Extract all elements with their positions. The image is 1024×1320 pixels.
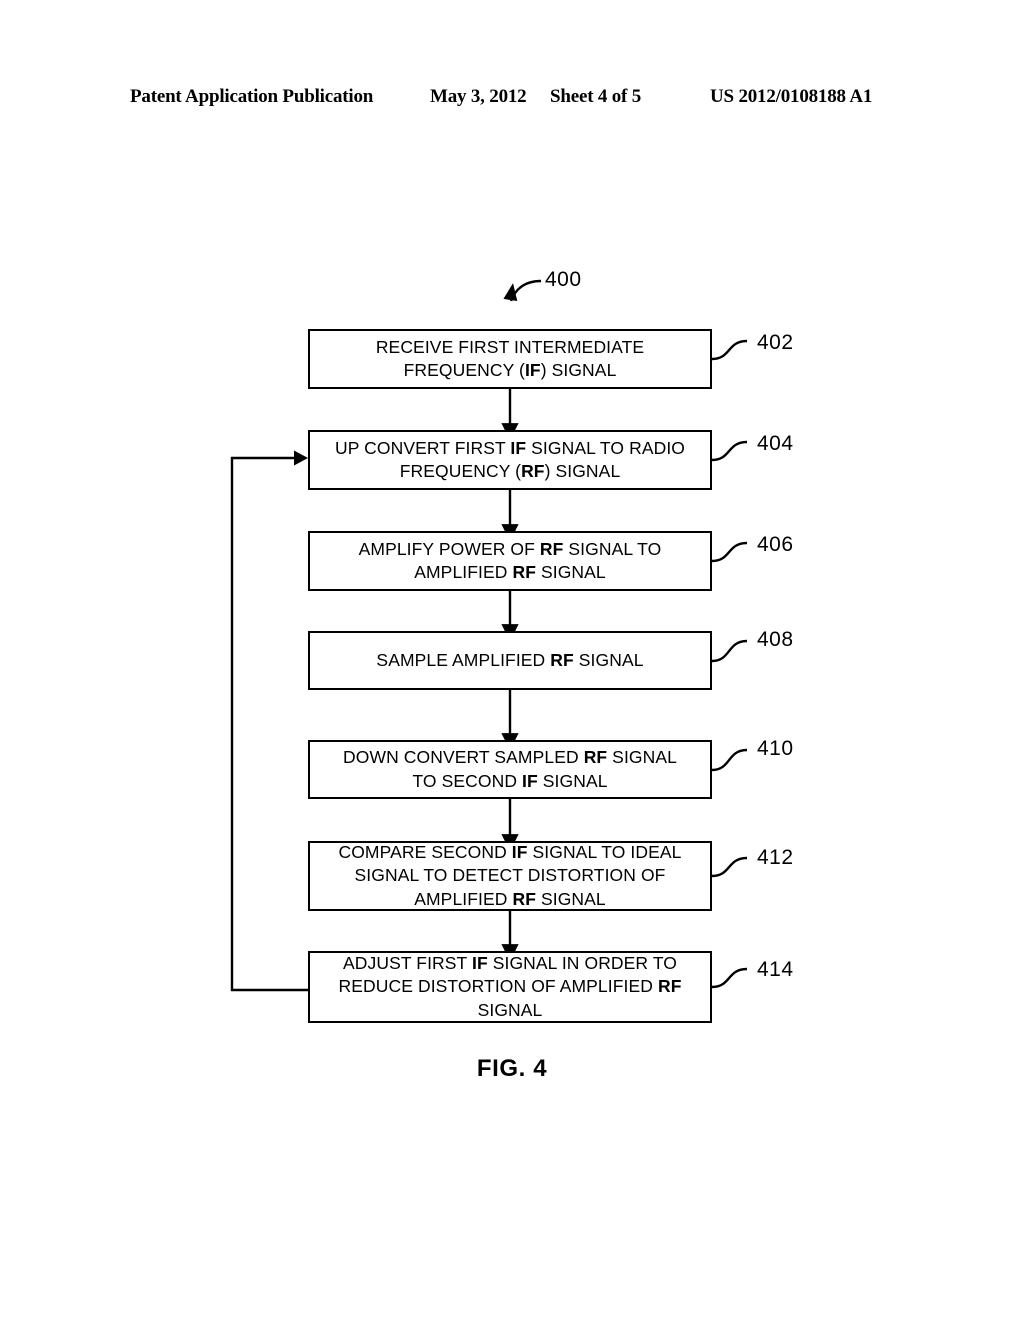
reference-numeral-410: 410 [757, 737, 794, 760]
flow-step-402-label: RECEIVE FIRST INTERMEDIATE FREQUENCY (IF)… [375, 336, 645, 380]
leader-408 [711, 639, 748, 663]
reference-numeral-408: 408 [757, 628, 794, 651]
flow-step-404[interactable]: UP CONVERT FIRST IF SIGNAL TO RADIO FREQU… [308, 430, 712, 490]
flow-step-408-label: SAMPLE AMPLIFIED RF SIGNAL [376, 649, 644, 670]
patent-figure-4: RECEIVE FIRST INTERMEDIATE FREQUENCY (IF)… [0, 0, 1024, 1320]
flow-step-406[interactable]: AMPLIFY POWER OF RF SIGNAL TO AMPLIFIED R… [308, 531, 712, 591]
reference-numeral-402: 402 [757, 331, 794, 354]
reference-numeral-406: 406 [757, 533, 794, 556]
leader-412 [711, 856, 748, 878]
flow-step-408[interactable]: SAMPLE AMPLIFIED RF SIGNAL [308, 631, 712, 690]
leader-402 [711, 339, 748, 361]
flow-step-410[interactable]: DOWN CONVERT SAMPLED RF SIGNAL TO SECOND … [308, 740, 712, 799]
figure-caption: FIG. 4 [476, 1055, 548, 1082]
feedback-loop-414-to-404 [230, 450, 308, 992]
reference-numeral-412: 412 [757, 846, 794, 869]
reference-numeral-414: 414 [757, 958, 794, 981]
flow-step-412[interactable]: COMPARE SECOND IF SIGNAL TO IDEAL SIGNAL … [308, 841, 712, 911]
reference-numeral-404: 404 [757, 432, 794, 455]
flow-step-414-label: ADJUST FIRST IF SIGNAL IN ORDER TO REDUCE… [338, 953, 682, 1020]
leader-410 [711, 748, 748, 772]
flow-step-410-label: DOWN CONVERT SAMPLED RF SIGNAL TO SECOND … [343, 747, 677, 791]
flow-step-402[interactable]: RECEIVE FIRST INTERMEDIATE FREQUENCY (IF)… [308, 329, 712, 389]
leader-404 [711, 440, 748, 462]
flow-step-406-label: AMPLIFY POWER OF RF SIGNAL TO AMPLIFIED R… [358, 538, 662, 582]
reference-numeral-leaders [711, 339, 748, 989]
leader-414 [711, 967, 748, 989]
reference-numeral-400: 400 [545, 268, 582, 291]
flow-step-412-label: COMPARE SECOND IF SIGNAL TO IDEAL SIGNAL … [338, 842, 682, 909]
leader-406 [711, 541, 748, 563]
figure-ref-leader-400 [503, 279, 542, 302]
flow-step-414[interactable]: ADJUST FIRST IF SIGNAL IN ORDER TO REDUCE… [308, 951, 712, 1023]
flow-step-404-label: UP CONVERT FIRST IF SIGNAL TO RADIO FREQU… [334, 437, 686, 481]
